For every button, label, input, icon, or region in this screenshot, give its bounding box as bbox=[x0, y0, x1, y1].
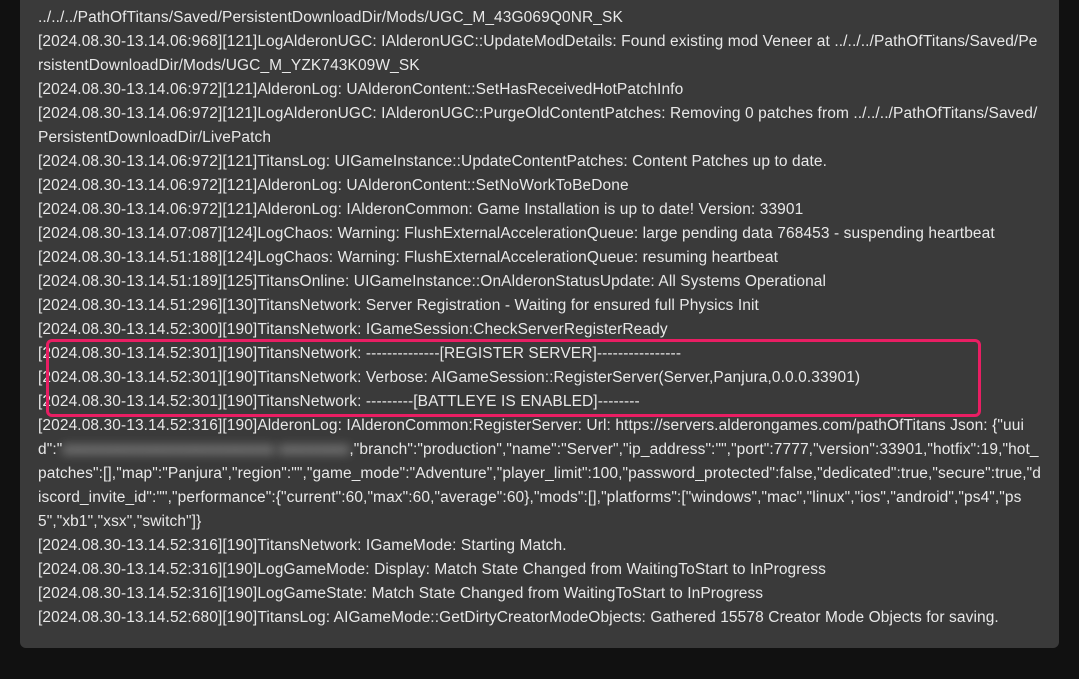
log-line: [2024.08.30-13.14.51:189][125]TitansOnli… bbox=[38, 270, 1041, 294]
log-line-highlighted: [2024.08.30-13.14.52:301][190]TitansNetw… bbox=[38, 390, 1041, 414]
log-line: [2024.08.30-13.14.51:296][130]TitansNetw… bbox=[38, 294, 1041, 318]
log-line: [2024.08.30-13.14.06:972][121]AlderonLog… bbox=[38, 174, 1041, 198]
log-line: [2024.08.30-13.14.52:316][190]TitansNetw… bbox=[38, 534, 1041, 558]
redacted-uuid: xxxxxxxxxxxxxxxxxxxxxxxxxxx bbox=[62, 441, 274, 458]
log-line-json: [2024.08.30-13.14.52:316][190]AlderonLog… bbox=[38, 414, 1041, 534]
log-panel: ../../../PathOfTitans/Saved/PersistentDo… bbox=[20, 0, 1059, 648]
log-line: [2024.08.30-13.14.52:300][190]TitansNetw… bbox=[38, 318, 1041, 342]
log-line: [2024.08.30-13.14.06:972][121]LogAlderon… bbox=[38, 102, 1041, 150]
log-line: [2024.08.30-13.14.51:188][124]LogChaos: … bbox=[38, 246, 1041, 270]
log-line: [2024.08.30-13.14.06:968][121]LogAlderon… bbox=[38, 30, 1041, 78]
log-line-highlighted: [2024.08.30-13.14.52:301][190]TitansNetw… bbox=[38, 342, 1041, 366]
log-line: [2024.08.30-13.14.07:087][124]LogChaos: … bbox=[38, 222, 1041, 246]
log-line: ../../../PathOfTitans/Saved/PersistentDo… bbox=[38, 6, 1041, 30]
log-line: [2024.08.30-13.14.06:972][121]TitansLog:… bbox=[38, 150, 1041, 174]
log-line: [2024.08.30-13.14.06:972][121]AlderonLog… bbox=[38, 78, 1041, 102]
redacted-field: xxxxxxxxx bbox=[279, 441, 350, 458]
log-line: [2024.08.30-13.14.52:316][190]LogGameSta… bbox=[38, 582, 1041, 606]
log-line-highlighted: [2024.08.30-13.14.52:301][190]TitansNetw… bbox=[38, 366, 1041, 390]
log-line: [2024.08.30-13.14.52:316][190]LogGameMod… bbox=[38, 558, 1041, 582]
log-line: [2024.08.30-13.14.52:680][190]TitansLog:… bbox=[38, 606, 1041, 630]
log-line: [2024.08.30-13.14.06:972][121]AlderonLog… bbox=[38, 198, 1041, 222]
